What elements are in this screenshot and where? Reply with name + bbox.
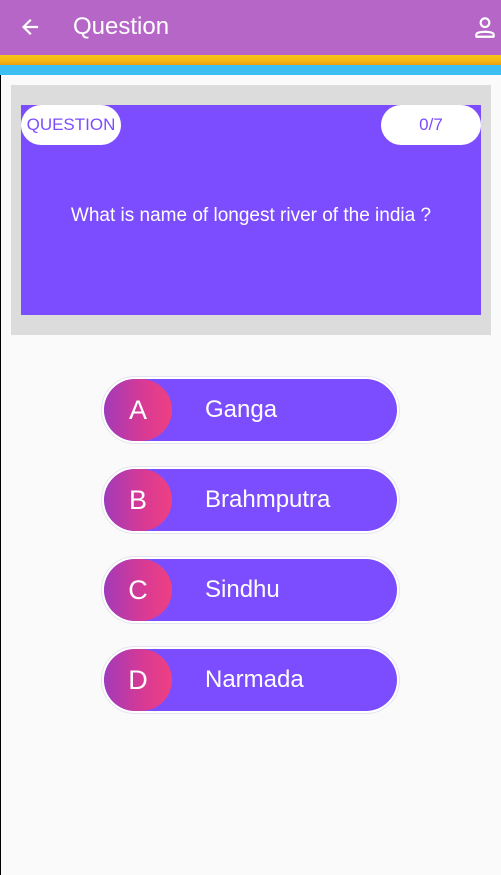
page-title: Question (73, 13, 170, 40)
option-d-letter: D (104, 649, 172, 711)
question-frame: QUESTION 0/7 What is name of longest riv… (11, 85, 491, 335)
option-b-text: Brahmputra (205, 486, 331, 513)
accent-stripe-yellow (0, 55, 501, 65)
question-counter: 0/7 (381, 105, 481, 145)
question-card: QUESTION 0/7 What is name of longest riv… (21, 105, 481, 315)
arrow-left-icon (21, 18, 39, 36)
profile-button[interactable] (469, 11, 501, 43)
option-a-body: A Ganga (104, 379, 397, 441)
question-text: What is name of longest river of the ind… (70, 205, 432, 226)
accent-stripe-blue (0, 65, 501, 75)
option-b-button[interactable]: B Brahmputra (101, 466, 400, 534)
option-a-text: Ganga (205, 396, 278, 423)
question-tag: QUESTION (21, 105, 121, 145)
option-a-button[interactable]: A Ganga (101, 376, 400, 444)
option-c-body: C Sindhu (104, 559, 397, 621)
option-a-letter: A (104, 379, 172, 441)
back-button[interactable] (14, 11, 46, 43)
option-c-text: Sindhu (205, 576, 280, 603)
option-b-letter: B (104, 469, 172, 531)
option-c-letter: C (104, 559, 172, 621)
left-edge-line (0, 0, 1, 875)
person-icon (475, 17, 495, 38)
option-b-body: B Brahmputra (104, 469, 397, 531)
option-d-button[interactable]: D Narmada (101, 646, 400, 714)
option-d-text: Narmada (205, 666, 304, 693)
app-bar: Question (0, 0, 501, 55)
option-c-button[interactable]: C Sindhu (101, 556, 400, 624)
option-d-body: D Narmada (104, 649, 397, 711)
